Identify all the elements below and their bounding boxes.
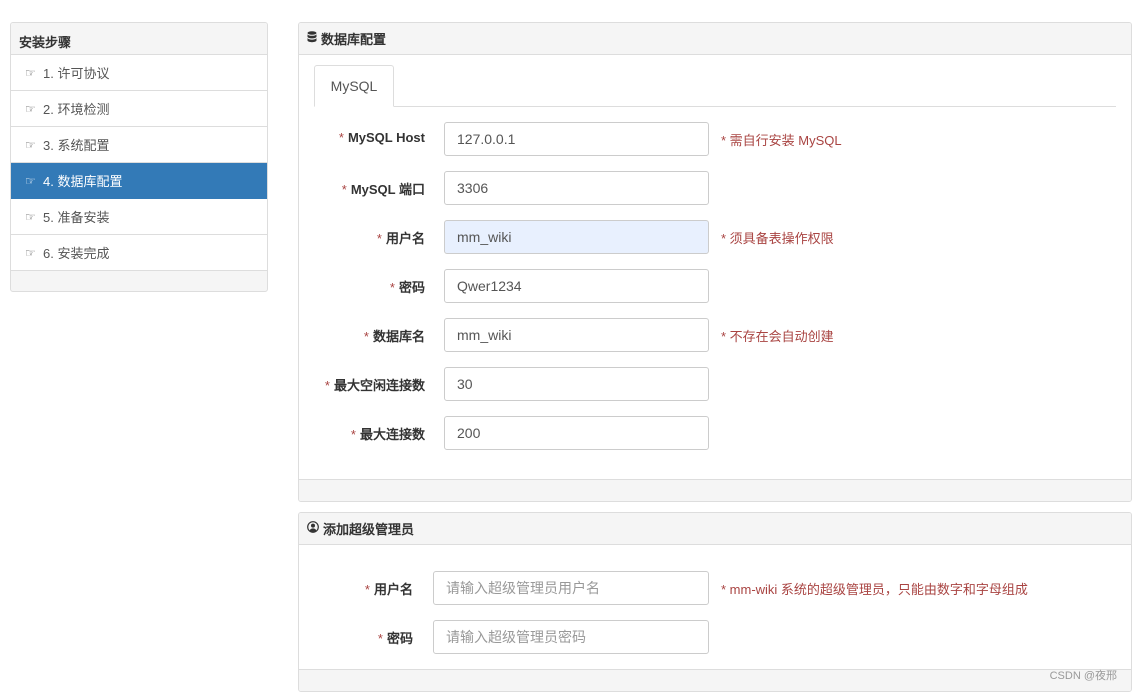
required-mark: * <box>363 329 369 344</box>
required-mark: * <box>364 582 370 597</box>
form-row-mysql-port: * MySQL 端口 <box>299 171 1131 205</box>
form-row-max-open-conns: * 最大连接数 <box>299 416 1131 450</box>
tab-mysql[interactable]: MySQL <box>314 65 394 107</box>
database-icon <box>307 31 317 46</box>
db-name-label-text: 数据库名 <box>372 329 425 344</box>
admin-password-label: * 密码 <box>378 628 413 647</box>
form-row-db-username: *用户名 * 须具备表操作权限 <box>299 220 1131 254</box>
form-row-db-password: * 密码 <box>299 269 1131 303</box>
sidebar-item-label: 4. 数据库配置 <box>43 174 123 189</box>
install-steps-list: ☞ 1. 许可协议 ☞ 2. 环境检测 ☞ 3. 系统配置 ☞ 4. 数据库配置… <box>11 55 267 271</box>
mysql-port-label-text: MySQL 端口 <box>350 182 425 197</box>
hand-point-right-icon: ☞ <box>25 65 36 80</box>
required-mark: * <box>376 231 382 246</box>
mysql-host-help: * 需自行安装 MySQL <box>721 133 842 148</box>
admin-username-label-text: 用户名 <box>373 582 413 597</box>
admin-password-input[interactable] <box>433 620 709 654</box>
admin-username-input[interactable] <box>433 571 709 605</box>
mysql-host-label: * MySQL Host <box>339 130 425 145</box>
max-idle-conns-input[interactable] <box>444 367 709 401</box>
required-mark: * <box>350 427 356 442</box>
hand-point-right-icon: ☞ <box>25 173 36 188</box>
db-username-help: * 须具备表操作权限 <box>721 231 834 246</box>
db-tabs: MySQL <box>314 65 1116 107</box>
install-steps-title: 安装步骤 <box>11 23 267 55</box>
install-steps-panel: 安装步骤 ☞ 1. 许可协议 ☞ 2. 环境检测 ☞ 3. 系统配置 ☞ 4. … <box>10 22 268 292</box>
sidebar-item-prepare-install[interactable]: ☞ 5. 准备安装 <box>11 199 267 235</box>
db-config-header: 数据库配置 <box>299 23 1131 55</box>
db-name-label: * 数据库名 <box>364 326 425 345</box>
db-config-footer <box>299 479 1131 501</box>
user-circle-icon <box>307 521 319 536</box>
max-open-conns-input[interactable] <box>444 416 709 450</box>
hand-point-right-icon: ☞ <box>25 245 36 260</box>
max-idle-conns-label-text: 最大空闲连接数 <box>333 378 425 393</box>
db-username-input[interactable] <box>444 220 709 254</box>
admin-username-label: * 用户名 <box>365 579 413 598</box>
required-mark: * <box>341 182 347 197</box>
sidebar-item-install-done[interactable]: ☞ 6. 安装完成 <box>11 235 267 271</box>
admin-title: 添加超级管理员 <box>323 522 415 537</box>
form-row-admin-username: *用户名 * mm-wiki 系统的超级管理员，只能由数字和字母组成 <box>299 571 1131 605</box>
admin-username-help: * mm-wiki 系统的超级管理员，只能由数字和字母组成 <box>721 582 1028 597</box>
form-row-admin-password: * 密码 <box>299 620 1131 654</box>
form-row-max-idle-conns: * 最大空闲连接数 <box>299 367 1131 401</box>
required-mark: * <box>377 631 383 646</box>
form-row-mysql-host: *MySQL Host * 需自行安装 MySQL <box>299 122 1131 156</box>
sidebar-item-label: 2. 环境检测 <box>43 102 110 117</box>
db-config-panel: 数据库配置 MySQL *MySQL Host * 需自行安装 MySQL *M… <box>298 22 1132 502</box>
max-open-conns-label: * 最大连接数 <box>351 424 425 443</box>
db-name-help: * 不存在会自动创建 <box>721 329 834 344</box>
hand-point-right-icon: ☞ <box>25 209 36 224</box>
hand-point-right-icon: ☞ <box>25 101 36 116</box>
form-row-db-name: *数据库名 * 不存在会自动创建 <box>299 318 1131 352</box>
admin-password-label-text: 密码 <box>386 631 413 646</box>
admin-panel: 添加超级管理员 *用户名 * mm-wiki 系统的超级管理员，只能由数字和字母… <box>298 512 1132 692</box>
sidebar-item-system-config[interactable]: ☞ 3. 系统配置 <box>11 127 267 163</box>
sidebar-item-label: 6. 安装完成 <box>43 246 110 261</box>
db-password-label: * 密码 <box>390 277 425 296</box>
db-password-input[interactable] <box>444 269 709 303</box>
hand-point-right-icon: ☞ <box>25 137 36 152</box>
max-open-conns-label-text: 最大连接数 <box>359 427 425 442</box>
db-password-label-text: 密码 <box>398 280 425 295</box>
sidebar-item-label: 1. 许可协议 <box>43 66 110 81</box>
db-config-title: 数据库配置 <box>321 32 387 47</box>
sidebar-item-license[interactable]: ☞ 1. 许可协议 <box>11 55 267 91</box>
db-username-label-text: 用户名 <box>385 231 425 246</box>
required-mark: * <box>324 378 330 393</box>
mysql-host-input[interactable] <box>444 122 709 156</box>
admin-header: 添加超级管理员 <box>299 513 1131 545</box>
required-mark: * <box>338 130 344 145</box>
sidebar-item-env-check[interactable]: ☞ 2. 环境检测 <box>11 91 267 127</box>
mysql-host-label-text: MySQL Host <box>347 130 425 145</box>
sidebar-item-label: 3. 系统配置 <box>43 138 110 153</box>
db-username-label: * 用户名 <box>377 228 425 247</box>
max-idle-conns-label: * 最大空闲连接数 <box>325 375 425 394</box>
mysql-port-label: * MySQL 端口 <box>342 179 425 198</box>
sidebar-item-label: 5. 准备安装 <box>43 210 110 225</box>
mysql-port-input[interactable] <box>444 171 709 205</box>
required-mark: * <box>389 280 395 295</box>
db-name-input[interactable] <box>444 318 709 352</box>
admin-footer: CSDN @夜邢 <box>299 669 1131 691</box>
watermark-text: CSDN @夜邢 <box>1049 670 1117 682</box>
sidebar-item-db-config[interactable]: ☞ 4. 数据库配置 <box>11 163 267 199</box>
